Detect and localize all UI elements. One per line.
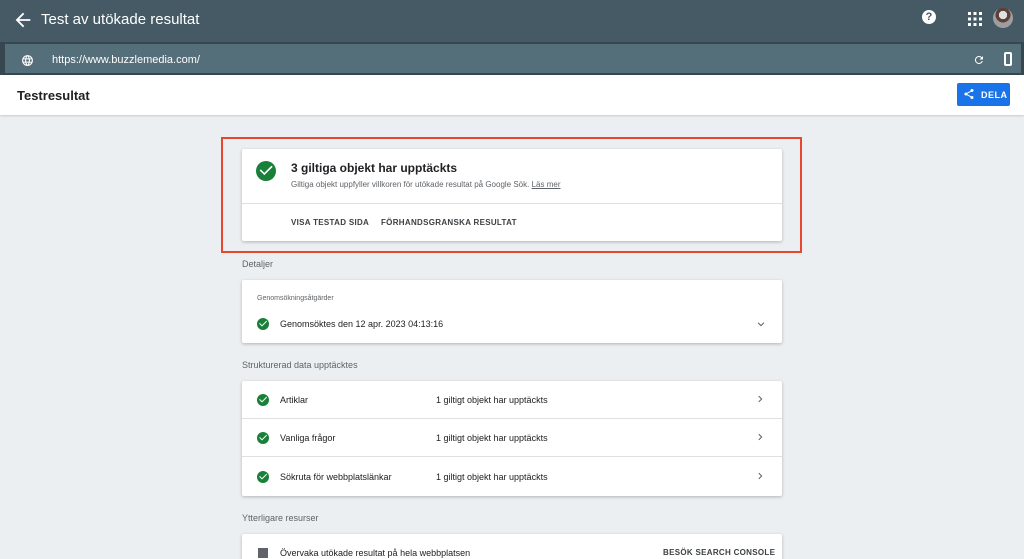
structured-data-section-label: Strukturerad data upptäcktes	[242, 360, 358, 370]
summary-description-text: Giltiga objekt uppfyller villkoren för u…	[291, 180, 530, 189]
share-icon	[964, 88, 974, 99]
crawl-caption: Genomsökningsåtgärder	[257, 295, 334, 302]
chevron-down-icon[interactable]	[756, 319, 766, 329]
url-field[interactable]: https://www.buzzlemedia.com/	[5, 44, 1021, 73]
chevron-right-icon	[758, 472, 763, 480]
app-title: Test av utökade resultat	[41, 11, 200, 28]
summary-description: Giltiga objekt uppfyller villkoren för u…	[291, 180, 561, 189]
results-header: Testresultat DELA	[0, 75, 1024, 115]
row-name: Sökruta för webbplatslänkar	[280, 472, 392, 482]
summary-headline: 3 giltiga objekt har upptäckts	[291, 161, 458, 175]
structured-data-row-faq[interactable]: Vanliga frågor 1 giltigt objekt har uppt…	[242, 419, 782, 457]
app-bar: Test av utökade resultat ?	[0, 0, 1024, 42]
row-status: 1 giltigt objekt har upptäckts	[436, 433, 548, 443]
resources-card: Övervaka utökade resultat på hela webbpl…	[242, 534, 782, 559]
globe-icon	[22, 55, 33, 66]
resource-text: Övervaka utökade resultat på hela webbpl…	[280, 548, 471, 558]
structured-data-row-sitelinks-searchbox[interactable]: Sökruta för webbplatslänkar 1 giltigt ob…	[242, 458, 782, 496]
chevron-right-icon	[758, 433, 763, 441]
view-tested-page-button[interactable]: VISA TESTAD SIDA	[291, 218, 369, 227]
share-button[interactable]: DELA	[957, 83, 1010, 106]
resources-section-label: Ytterligare resurser	[242, 513, 319, 523]
back-arrow-icon[interactable]	[12, 9, 34, 31]
crawled-timestamp: Genomsöktes den 12 apr. 2023 04:13:16	[280, 319, 444, 329]
page-title: Testresultat	[17, 88, 90, 103]
check-circle-icon	[257, 394, 269, 406]
crawl-details-card[interactable]: Genomsökningsåtgärder Genomsöktes den 12…	[242, 280, 782, 343]
check-circle-icon	[257, 432, 269, 444]
row-status: 1 giltigt objekt har upptäckts	[436, 395, 548, 405]
check-circle-icon	[257, 471, 269, 483]
account-avatar[interactable]	[993, 8, 1013, 28]
row-name: Artiklar	[280, 395, 309, 405]
share-label: DELA	[981, 90, 1008, 100]
bar-chart-icon	[258, 548, 268, 558]
chevron-right-icon	[758, 395, 763, 403]
summary-card: 3 giltiga objekt har upptäckts Giltiga o…	[242, 149, 782, 241]
preview-results-button[interactable]: FÖRHANDSGRANSKA RESULTAT	[381, 218, 517, 227]
apps-grid-icon[interactable]	[968, 12, 982, 26]
check-circle-icon	[257, 318, 269, 330]
structured-data-card: Artiklar 1 giltigt objekt har upptäckts …	[242, 381, 782, 496]
check-circle-icon	[256, 161, 276, 181]
learn-more-link[interactable]: Läs mer	[532, 180, 561, 189]
row-name: Vanliga frågor	[280, 433, 336, 443]
help-icon[interactable]: ?	[922, 10, 936, 24]
structured-data-row-articles[interactable]: Artiklar 1 giltigt objekt har upptäckts	[242, 381, 782, 419]
divider	[242, 203, 782, 204]
mobile-device-icon[interactable]	[1004, 52, 1012, 66]
url-text: https://www.buzzlemedia.com/	[52, 54, 200, 66]
url-bar: https://www.buzzlemedia.com/	[0, 42, 1024, 75]
details-section-label: Detaljer	[242, 259, 274, 269]
visit-search-console-button[interactable]: BESÖK SEARCH CONSOLE	[663, 548, 775, 557]
refresh-icon[interactable]	[973, 54, 985, 66]
row-status: 1 giltigt objekt har upptäckts	[436, 472, 548, 482]
